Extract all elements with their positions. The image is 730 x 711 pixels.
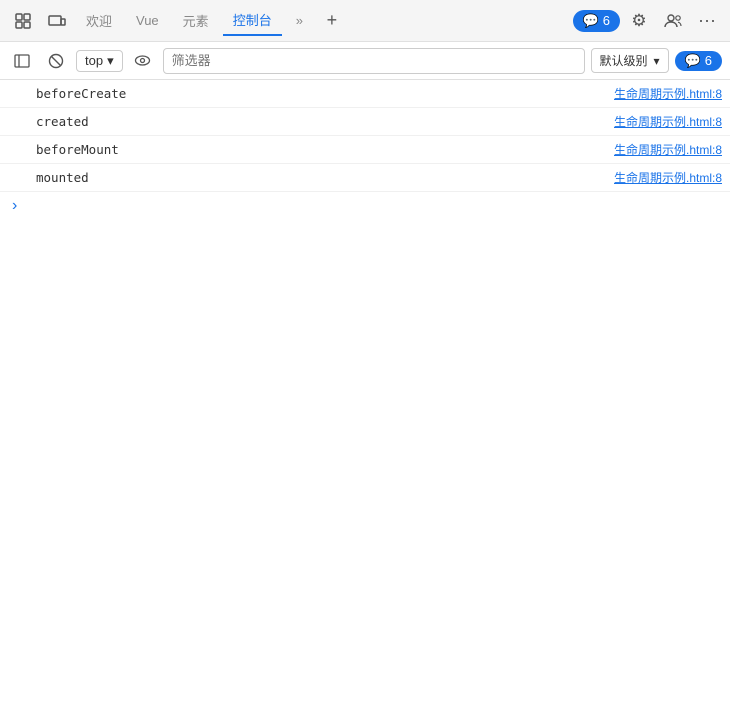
level-dropdown[interactable]: 默认级别 ▾: [591, 48, 669, 73]
log-row: created 生命周期示例.html:8: [0, 108, 730, 136]
message-badge-btn[interactable]: 💬 6: [573, 10, 620, 32]
log-text-1: created: [36, 114, 614, 129]
top-nav: 欢迎 Vue 元素 控制台 » + 💬 6 ⚙ ···: [0, 0, 730, 42]
log-text-0: beforeCreate: [36, 86, 614, 101]
block-icon[interactable]: [42, 47, 70, 75]
log-row: mounted 生命周期示例.html:8: [0, 164, 730, 192]
settings-icon[interactable]: ⚙: [624, 6, 654, 36]
users-icon[interactable]: [658, 6, 688, 36]
expand-chevron-icon[interactable]: ›: [12, 197, 17, 215]
inspect-icon[interactable]: [8, 6, 38, 36]
tab-vue[interactable]: Vue: [126, 6, 169, 36]
tab-welcome[interactable]: 欢迎: [76, 6, 122, 36]
tab-more[interactable]: »: [286, 6, 313, 36]
level-dropdown-arrow: ▾: [654, 54, 660, 68]
sidebar-toggle-icon[interactable]: [8, 47, 36, 75]
toolbar-badge[interactable]: 💬 6: [675, 51, 722, 71]
filter-input[interactable]: [163, 48, 585, 74]
log-text-3: mounted: [36, 170, 614, 185]
context-dropdown[interactable]: top ▾: [76, 50, 123, 72]
log-row: beforeCreate 生命周期示例.html:8: [0, 80, 730, 108]
log-source-0[interactable]: 生命周期示例.html:8: [614, 85, 730, 102]
toolbar-badge-icon: 💬: [685, 53, 701, 69]
log-row: beforeMount 生命周期示例.html:8: [0, 136, 730, 164]
eye-icon[interactable]: [129, 47, 157, 75]
responsive-icon[interactable]: [42, 6, 72, 36]
expand-row[interactable]: ›: [0, 192, 730, 220]
log-source-1[interactable]: 生命周期示例.html:8: [614, 113, 730, 130]
log-source-2[interactable]: 生命周期示例.html:8: [614, 141, 730, 158]
log-source-3[interactable]: 生命周期示例.html:8: [614, 169, 730, 186]
context-dropdown-arrow: ▾: [107, 53, 114, 69]
tab-console[interactable]: 控制台: [223, 6, 282, 36]
more-icon[interactable]: ···: [692, 6, 722, 35]
add-tab-icon[interactable]: +: [317, 6, 347, 36]
toolbar: top ▾ 默认级别 ▾ 💬 6: [0, 42, 730, 80]
tab-elements[interactable]: 元素: [173, 6, 219, 36]
log-text-2: beforeMount: [36, 142, 614, 157]
message-icon: 💬: [583, 13, 599, 29]
log-area: beforeCreate 生命周期示例.html:8 created 生命周期示…: [0, 80, 730, 220]
